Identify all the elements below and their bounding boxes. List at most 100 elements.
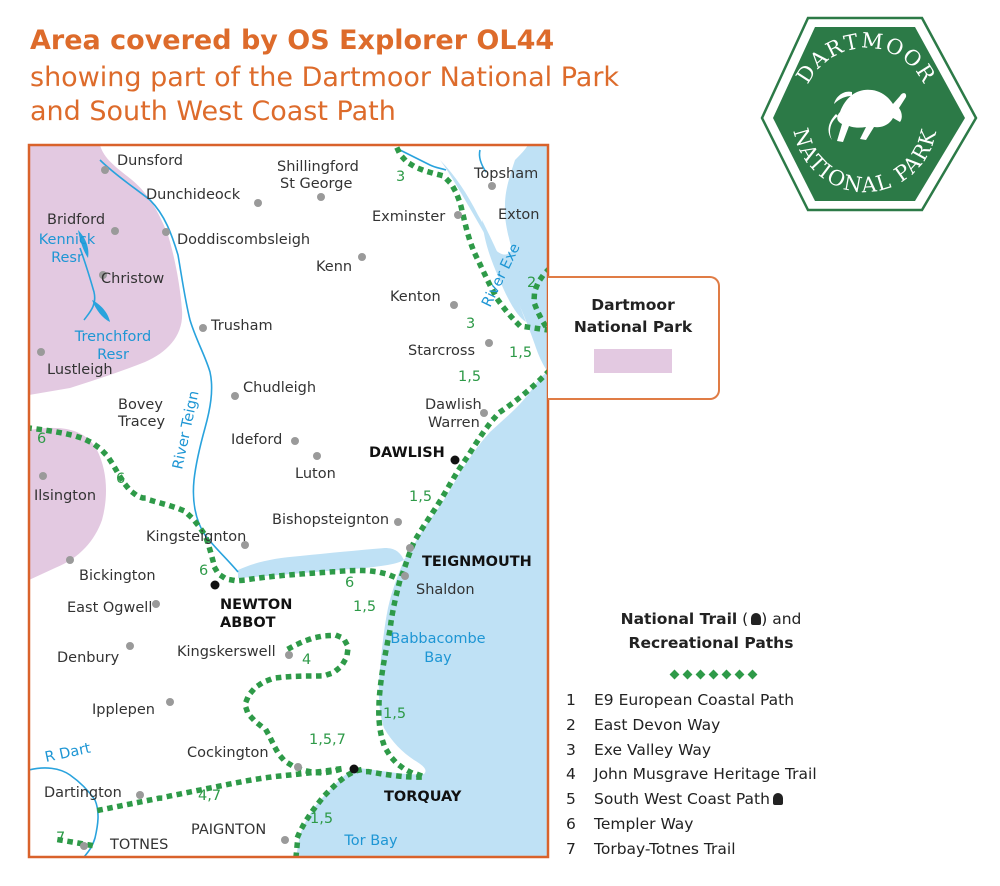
legend-item-label: East Devon Way: [594, 715, 721, 734]
route-number-label: 1,5: [458, 369, 481, 385]
place-label: TOTNES: [109, 837, 168, 853]
place-label: Kingsteignton: [146, 529, 246, 545]
legend-item: 3 Exe Valley Way: [566, 738, 817, 763]
town-label: TEIGNMOUTH: [422, 554, 532, 570]
legend-item: 5 South West Coast Path: [566, 787, 817, 812]
place-label: PAIGNTON: [191, 822, 266, 838]
route-number-label: 1,5: [310, 811, 333, 827]
legend-item-label: Exe Valley Way: [594, 740, 712, 759]
place-label: Dartington: [44, 785, 122, 801]
map-figure: DARTMOOR NATIONAL PARK Dunsford Shilling…: [0, 0, 1000, 886]
place-label: Tracey: [117, 414, 165, 430]
legend-item-number: 7: [566, 839, 576, 858]
place-label: Doddiscombsleigh: [177, 232, 310, 248]
place-label: Luton: [295, 466, 336, 482]
place-label: Bridford: [47, 212, 105, 228]
place-label: Ideford: [231, 432, 282, 448]
place-label: Topsham: [473, 166, 538, 182]
legend-item: 1 E9 European Coastal Path: [566, 688, 817, 713]
route-number-label: 1,5: [353, 599, 376, 615]
national-park-key-title: Dartmoor National Park: [548, 294, 718, 338]
key-title-line-1: Dartmoor: [591, 296, 675, 314]
route-number-label: 6: [37, 431, 46, 447]
water-label: Resr: [51, 250, 83, 266]
town-label: DAWLISH: [369, 445, 445, 461]
town-label: NEWTON: [220, 597, 292, 613]
place-label: Warren: [428, 415, 480, 431]
place-label: Dawlish: [425, 397, 482, 413]
map-area: Dunsford ShillingfordSt George Topsham Dunc…: [29, 145, 548, 857]
water-label: Resr: [97, 347, 129, 363]
water-label: Babbacombe: [390, 631, 485, 647]
legend-item-number: 1: [566, 691, 576, 709]
place-label: Exminster: [372, 209, 445, 225]
route-number-label: 1,5: [383, 706, 406, 722]
route-number-label: 1,5,7: [309, 732, 346, 748]
legend-title-bold-2: Recreational Paths: [628, 634, 794, 652]
town-label: ABBOT: [220, 615, 276, 631]
route-number-label: 6: [116, 471, 125, 487]
acorn-icon: [772, 793, 783, 806]
route-number-label: 1,5: [409, 489, 432, 505]
legend-item-number: 2: [566, 715, 576, 734]
legend-item-label: South West Coast Path: [594, 790, 770, 809]
place-label: Shillingford: [277, 159, 359, 175]
route-legend-list: 1 E9 European Coastal Path 2 East Devon Wa…: [566, 688, 817, 862]
town-label: TORQUAY: [384, 789, 462, 805]
water-label: Trenchford: [74, 329, 152, 345]
place-label: Kenton: [390, 289, 441, 305]
route-symbol-sample: [669, 669, 758, 680]
place-label: Kingskerswell: [177, 644, 276, 660]
acorn-icon: [751, 613, 762, 625]
water-label: Bay: [424, 650, 452, 666]
water-label: Tor Bay: [343, 833, 398, 849]
legend-item: 6 Templer Way: [566, 812, 817, 837]
place-label: St George: [280, 176, 352, 192]
place-label: Bishopsteignton: [272, 512, 389, 528]
legend-title-bold-1: National Trail: [620, 610, 738, 628]
legend-item: 4 John Musgrave Heritage Trail: [566, 762, 817, 787]
route-number-label: 2: [527, 275, 536, 291]
place-label: Starcross: [408, 343, 475, 359]
place-label: Denbury: [57, 650, 120, 666]
route-number-label: 1,5: [509, 345, 532, 361]
place-label: Ilsington: [34, 488, 96, 504]
place-label: Bickington: [79, 568, 156, 584]
place-label: Cockington: [187, 745, 269, 761]
national-park-swatch: [594, 349, 672, 373]
legend-item-label: Torbay-Totnes Trail: [594, 839, 736, 858]
legend-title-end: ) and: [761, 610, 802, 628]
national-park-key: Dartmoor National Park: [548, 276, 720, 400]
legend-item: 2 East Devon Way: [566, 713, 817, 738]
key-title-line-2: National Park: [573, 318, 693, 336]
legend-item-label: John Musgrave Heritage Trail: [594, 765, 817, 784]
route-number-label: 7: [56, 830, 65, 846]
place-label: Trusham: [210, 318, 273, 334]
route-number-label: 4: [302, 652, 311, 668]
route-number-label: 3: [396, 169, 405, 185]
legend-item-number: 3: [566, 740, 576, 759]
legend-item: 7 Torbay-Totnes Trail: [566, 837, 817, 862]
place-label: Christow: [101, 271, 164, 287]
place-label: Bovey: [118, 397, 163, 413]
place-label: East Ogwell: [67, 600, 152, 616]
place-label: Ipplepen: [92, 702, 155, 718]
route-number-label: 6: [199, 563, 208, 579]
route-number-label: 4,7: [198, 788, 221, 804]
route-number-label: 6: [345, 575, 354, 591]
place-label: Kenn: [316, 259, 352, 275]
place-label: Exton: [498, 207, 540, 223]
route-legend-title: National Trail ( ) and Recreational Paths: [596, 607, 826, 655]
legend-item-number: 5: [566, 790, 576, 809]
place-label: Dunsford: [117, 153, 183, 169]
dartmoor-national-park-logo: DARTMOOR NATIONAL PARK: [760, 16, 978, 212]
legend-item-number: 4: [566, 765, 576, 784]
water-label: Kennick: [39, 232, 96, 248]
legend-title-mid: (: [737, 610, 749, 628]
place-label: Chudleigh: [243, 380, 316, 396]
route-number-label: 3: [466, 316, 475, 332]
place-label: Shaldon: [416, 582, 475, 598]
place-label: Dunchideock: [146, 187, 241, 203]
legend-item-label: Templer Way: [594, 814, 694, 833]
place-label: Lustleigh: [47, 362, 113, 378]
